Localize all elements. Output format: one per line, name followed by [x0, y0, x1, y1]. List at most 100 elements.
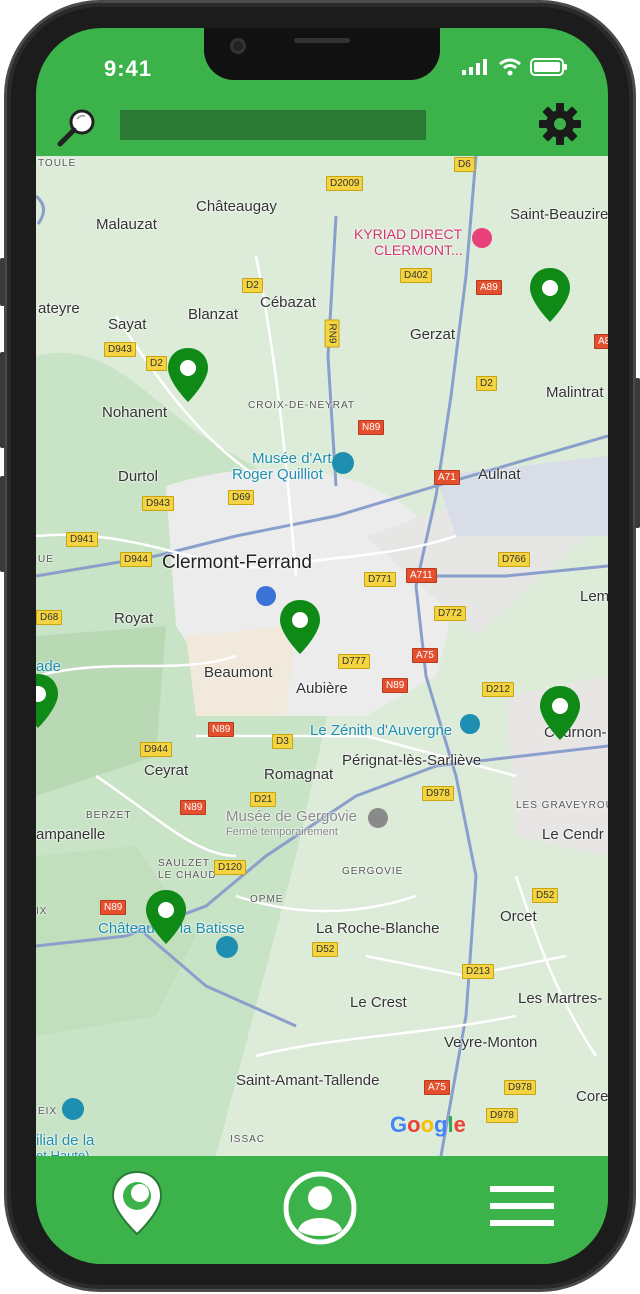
road-rn9: RN9 [324, 319, 340, 348]
place-graveyrou: LES GRAVEYROU [516, 800, 608, 811]
place-malauzat: Malauzat [96, 216, 157, 233]
road-d402: D402 [400, 268, 432, 283]
place-veyre-monton: Veyre-Monton [444, 1034, 538, 1051]
place-perignat: Pérignat-lès-Sarliève [342, 752, 482, 769]
place-le-crest: Le Crest [350, 994, 407, 1011]
menu-icon[interactable] [490, 1186, 554, 1226]
road-a75-a: A75 [412, 648, 438, 663]
road-d777: D777 [338, 654, 370, 669]
road-d212: D212 [482, 682, 514, 697]
road-d2-c: D2 [146, 356, 167, 371]
search-icon[interactable] [56, 108, 96, 148]
road-a8: A8 [594, 334, 608, 349]
status-time: 9:41 [104, 56, 153, 81]
road-d2-a: D2 [242, 278, 263, 293]
road-n89-b: N89 [382, 678, 409, 693]
place-ilial-2: et Haute) [36, 1148, 90, 1156]
place-ade: ade [36, 658, 62, 675]
place-gerzat: Gerzat [410, 326, 456, 343]
hotel-icon [472, 228, 492, 248]
map-pin-icon[interactable] [110, 1170, 164, 1236]
place-malintrat: Malintrat [546, 384, 604, 401]
signal-icon [462, 59, 487, 75]
castle-icon [216, 936, 238, 958]
road-d2009: D2009 [326, 176, 364, 191]
road-d978-c: D978 [486, 1108, 518, 1123]
castle-icon-2 [62, 1098, 84, 1120]
road-d766: D766 [498, 552, 530, 567]
power-button [635, 378, 640, 528]
museum-icon [332, 452, 354, 474]
road-d6: D6 [454, 157, 475, 172]
place-gergovie-museum-1: Musée de Gergovie [226, 808, 357, 825]
place-lem: Lem [580, 588, 608, 605]
map-pin-marker[interactable] [280, 600, 320, 654]
google-attribution: Google [390, 1112, 466, 1137]
road-d944-a: D944 [120, 552, 152, 567]
road-a89: A89 [476, 280, 502, 295]
map-pin-marker[interactable] [36, 674, 58, 728]
road-d3: D3 [272, 734, 293, 749]
place-saulzet-1: SAULZET [158, 858, 211, 869]
road-d52-b: D52 [312, 942, 339, 957]
place-chateaugay: Châteaugay [196, 198, 277, 215]
profile-icon[interactable] [282, 1170, 358, 1246]
gear-icon[interactable] [538, 102, 582, 146]
place-core: Core [576, 1088, 608, 1105]
road-a75-b: A75 [424, 1080, 450, 1095]
place-kyriad-2: CLERMONT... [374, 242, 463, 258]
place-les-martres: Les Martres- [518, 990, 603, 1007]
road-d771: D771 [364, 572, 396, 587]
notch [204, 28, 440, 80]
place-le-cendre: Le Cendr [542, 826, 604, 843]
mute-switch [0, 258, 5, 306]
road-a711: A711 [406, 568, 437, 583]
place-opme: OPME [250, 894, 284, 905]
screen: 9:41 TOULE Châteaugay Malauzat Saint-Bea… [36, 28, 608, 1264]
home-icon [256, 586, 276, 606]
bottom-nav [36, 1156, 608, 1264]
place-croix-de-neyrat: CROIX-DE-NEYRAT [248, 400, 356, 411]
road-d213: D213 [462, 964, 494, 979]
place-la-roche-blanche: La Roche-Blanche [316, 920, 440, 937]
road-n89-c: N89 [208, 722, 235, 737]
road-d52-a: D52 [532, 888, 559, 903]
place-kyriad-1: KYRIAD DIRECT [354, 226, 463, 242]
map-view[interactable]: TOULE Châteaugay Malauzat Saint-Beauzire… [36, 156, 608, 1156]
road-d941: D941 [66, 532, 98, 547]
road-d978-a: D978 [422, 786, 454, 801]
road-n89-d: N89 [180, 800, 207, 815]
place-sayat: Sayat [108, 316, 147, 333]
place-aulnat: Aulnat [478, 466, 521, 483]
place-musee-art-2: Roger Quilliot [232, 466, 323, 483]
place-clermont-ferrand: Clermont-Ferrand [162, 552, 312, 573]
road-d69: D69 [228, 490, 255, 505]
volume-up-button [0, 352, 5, 448]
wifi-icon [499, 58, 521, 76]
place-musee-art-1: Musée d'Art [252, 450, 332, 467]
speaker [294, 38, 350, 43]
music-venue-icon [460, 714, 480, 734]
road-d943-a: D943 [104, 342, 136, 357]
road-d944-b: D944 [140, 742, 172, 757]
place-ceyrat: Ceyrat [144, 762, 189, 779]
search-input[interactable] [120, 110, 426, 140]
place-durtol: Durtol [118, 468, 159, 485]
map-pin-marker[interactable] [540, 686, 580, 740]
road-d120: D120 [214, 860, 246, 875]
place-cebazat: Cébazat [260, 294, 316, 311]
app-header [36, 100, 608, 156]
map-pin-marker[interactable] [168, 348, 208, 402]
place-saint-beauzire: Saint-Beauzire [510, 206, 608, 223]
place-beaumont: Beaumont [204, 664, 273, 681]
volume-down-button [0, 476, 5, 572]
place-gergovie: GERGOVIE [342, 866, 404, 877]
road-d943-b: D943 [142, 496, 174, 511]
place-berzet: BERZET [86, 810, 132, 821]
map-pin-marker[interactable] [530, 268, 570, 322]
place-ix: IX [36, 906, 48, 917]
museum-closed-icon [368, 808, 388, 828]
place-gergovie-museum-2: Fermé temporairement [226, 826, 338, 838]
place-royat: Royat [114, 610, 154, 627]
map-pin-marker[interactable] [146, 890, 186, 944]
